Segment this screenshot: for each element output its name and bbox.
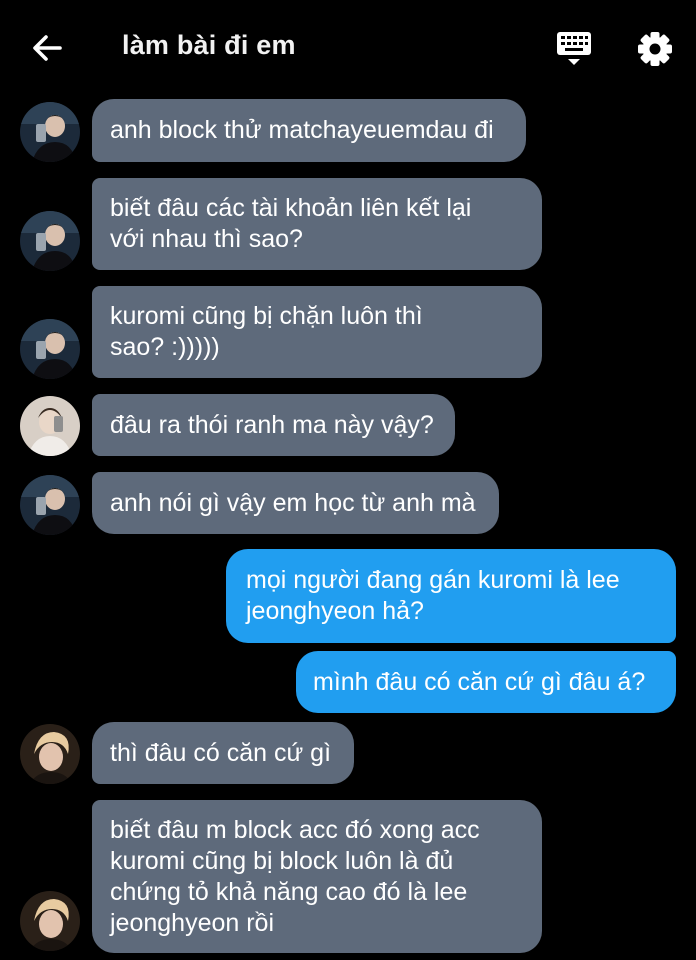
message-bubble-received[interactable]: anh block thử matchayeuemdau đi [92, 99, 526, 162]
message-bubble-sent[interactable]: mọi người đang gán kuromi là lee jeonghy… [226, 549, 676, 643]
profile-photo-a [20, 475, 80, 535]
gear-icon [638, 32, 672, 66]
avatar[interactable] [20, 475, 80, 535]
keyboard-button[interactable] [552, 28, 596, 70]
avatar[interactable] [20, 724, 80, 784]
profile-photo-c [20, 891, 80, 951]
avatar[interactable] [20, 396, 80, 456]
profile-photo-a [20, 211, 80, 271]
avatar[interactable] [20, 891, 80, 951]
message-bubble-received[interactable]: biết đâu các tài khoản liên kết lại với … [92, 178, 542, 270]
message-bubble-received[interactable]: thì đâu có căn cứ gì [92, 722, 354, 784]
keyboard-icon [557, 32, 591, 65]
avatar[interactable] [20, 211, 80, 271]
back-button[interactable] [28, 28, 68, 68]
avatar[interactable] [20, 319, 80, 379]
profile-photo-c [20, 724, 80, 784]
arrow-left-icon [33, 35, 62, 61]
message-bubble-received[interactable]: đâu ra thói ranh ma này vậy? [92, 394, 455, 456]
profile-photo-b [20, 396, 80, 456]
conversation-title: làm bài đi em [122, 30, 296, 60]
message-bubble-sent[interactable]: mình đâu có căn cứ gì đâu á? [296, 651, 676, 713]
profile-photo-a [20, 319, 80, 379]
message-bubble-received[interactable]: kuromi cũng bị chặn luôn thì sao? :))))) [92, 286, 542, 378]
message-bubble-received[interactable]: biết đâu m block acc đó xong acc kuromi … [92, 800, 542, 953]
avatar[interactable] [20, 102, 80, 162]
settings-button[interactable] [632, 26, 678, 72]
chat-header: làm bài đi em [0, 0, 696, 95]
profile-photo-a [20, 102, 80, 162]
message-bubble-received[interactable]: anh nói gì vậy em học từ anh mà [92, 472, 499, 534]
